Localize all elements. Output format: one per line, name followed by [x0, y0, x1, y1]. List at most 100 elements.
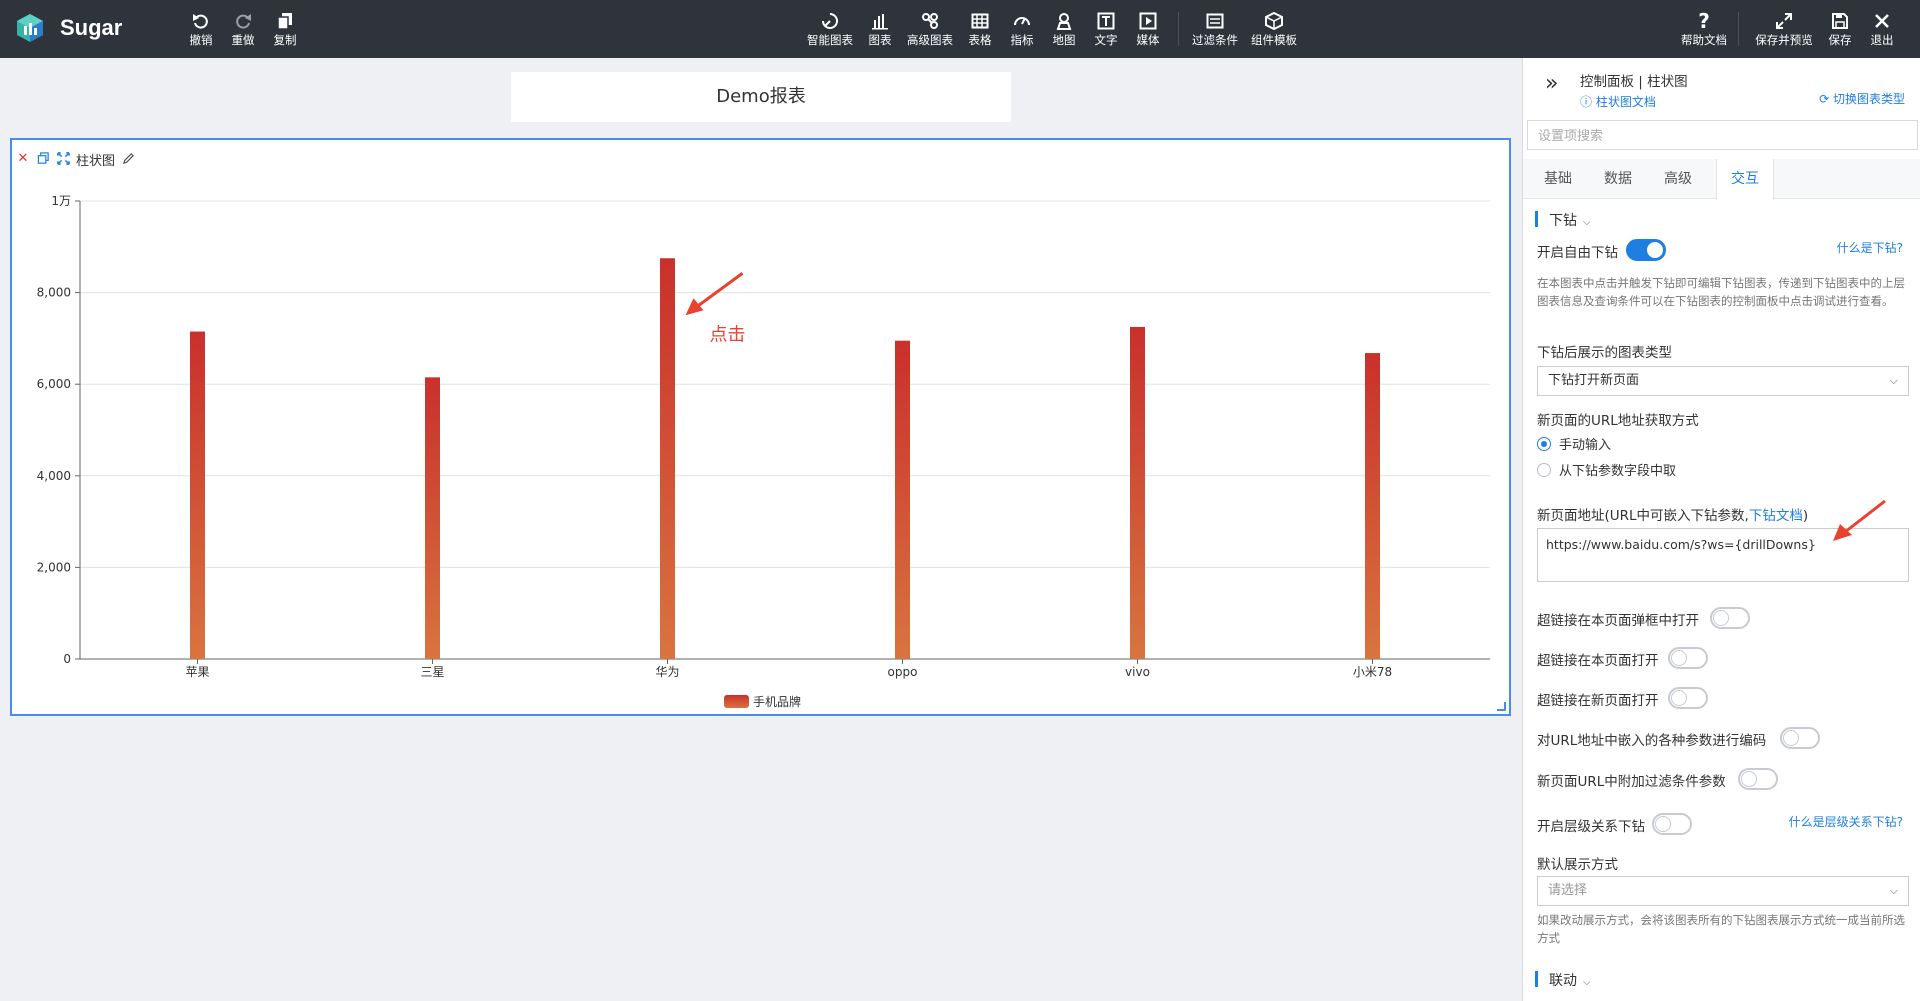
save-preview-button[interactable]: 保存并预览	[1754, 10, 1814, 52]
drill-chart-type-value: 下钻打开新页面	[1548, 373, 1640, 388]
sugar-logo-icon	[17, 14, 43, 42]
y-tick-label: 6,000	[37, 377, 71, 391]
annotation-text: 点击	[710, 324, 746, 345]
bar-chart-widget[interactable]: ✕ 柱状图 0 2,000 4,000 6,000 8,000 1万 苹果 三星 华为 oppo v…	[10, 138, 1511, 716]
default-display-select[interactable]: 请选择 ⌵	[1537, 876, 1909, 906]
exit-label: 退出	[1870, 33, 1894, 47]
drilldown-description: 在本图表中点击并触发下钻即可编辑下钻图表，传递到下钻图表中的上层图表信息及查询条…	[1537, 276, 1905, 308]
x-tick-label: vivo	[1125, 665, 1150, 679]
bar	[425, 377, 440, 659]
filter-button[interactable]: 过滤条件	[1185, 10, 1245, 52]
y-tick-label: 4,000	[37, 469, 71, 483]
x-tick-label: 苹果	[185, 665, 209, 679]
panel-tabs: 基础 数据 高级 交互	[1523, 159, 1920, 200]
section-linkage[interactable]: 联动 ⌵	[1535, 970, 1591, 990]
bar	[1365, 353, 1380, 659]
toggle-label-open-dialog: 超链接在本页面弹框中打开	[1537, 613, 1699, 629]
panel-title: 控制面板 | 柱状图	[1580, 74, 1688, 90]
bar	[660, 258, 675, 659]
chart-doc-link[interactable]: ⓘ 柱状图文档	[1580, 93, 1656, 110]
legend-label: 手机品牌	[753, 695, 801, 709]
resize-handle[interactable]	[1497, 702, 1506, 711]
settings-search-input[interactable]	[1527, 120, 1918, 150]
media-icon	[1118, 10, 1178, 32]
toolbar-divider	[1738, 12, 1739, 46]
top-toolbar: Sugar 撤销 重做 复制 智能图表 图表 高级图表 表格 指标 地图 文字	[0, 0, 1920, 58]
url-method-field-label: 从下钻参数字段中取	[1559, 464, 1677, 479]
annotation-arrow-url	[1833, 499, 1886, 541]
refresh-icon: ⟳	[1819, 92, 1830, 106]
open-in-dialog-toggle[interactable]	[1710, 607, 1750, 629]
new-page-url-label-suffix: )	[1802, 508, 1809, 524]
tab-interaction[interactable]: 交互	[1716, 159, 1774, 200]
close-icon	[1852, 10, 1912, 32]
x-tick-label: 华为	[655, 665, 679, 679]
bar	[1130, 326, 1145, 659]
expand-icon	[1754, 10, 1814, 32]
url-method-manual-radio[interactable]: 手动输入	[1537, 434, 1611, 453]
encode-url-toggle[interactable]	[1780, 727, 1820, 749]
url-method-field-radio[interactable]: 从下钻参数字段中取	[1537, 460, 1676, 479]
hierarchy-drill-label: 开启层级关系下钻	[1537, 819, 1645, 835]
help-icon: ?	[1698, 9, 1710, 33]
append-filter-toggle[interactable]	[1738, 768, 1778, 790]
copy-label: 复制	[273, 33, 297, 47]
bar	[895, 340, 910, 659]
chevron-down-icon: ⌵	[1583, 217, 1591, 228]
default-display-label: 默认展示方式	[1537, 857, 1618, 873]
report-title[interactable]: Demo报表	[511, 72, 1011, 122]
drill-chart-type-select[interactable]: 下钻打开新页面 ⌵	[1537, 366, 1909, 396]
toggle-label-encode-url: 对URL地址中嵌入的各种参数进行编码	[1537, 733, 1767, 749]
drilldown-doc-link[interactable]: 下钻文档	[1749, 508, 1803, 524]
copy-button[interactable]: 复制	[255, 10, 315, 52]
tab-advanced[interactable]: 高级	[1643, 159, 1713, 199]
section-drilldown[interactable]: 下钻 ⌵	[1535, 210, 1591, 230]
exit-button[interactable]: 退出	[1852, 10, 1912, 52]
media-button[interactable]: 媒体	[1118, 10, 1178, 52]
switch-chart-type-link[interactable]: ⟳ 切换图表类型	[1819, 90, 1905, 107]
y-tick-label: 8,000	[37, 286, 71, 300]
section-linkage-label: 联动	[1549, 973, 1577, 989]
chevron-down-icon: ⌵	[1889, 374, 1898, 387]
copy-icon	[255, 10, 315, 32]
default-display-placeholder: 请选择	[1548, 883, 1588, 898]
question-circle-icon: ⓘ	[1580, 95, 1593, 109]
filter-label: 过滤条件	[1192, 33, 1238, 47]
collapse-panel-icon[interactable]: »	[1545, 73, 1558, 95]
toggle-label-open-new-page: 超链接在新页面打开	[1537, 693, 1659, 709]
radio-unchecked-icon	[1537, 462, 1551, 477]
bar	[190, 331, 205, 659]
x-tick-label: 三星	[420, 665, 444, 679]
help-button[interactable]: ? 帮助文档	[1674, 10, 1734, 52]
open-new-page-toggle[interactable]	[1668, 687, 1708, 709]
what-is-hierarchy-drill-link[interactable]: 什么是层级关系下钻?	[1789, 813, 1903, 830]
hierarchy-drill-toggle[interactable]	[1652, 813, 1692, 835]
radio-checked-icon	[1537, 436, 1551, 451]
what-is-drilldown-link[interactable]: 什么是下钻?	[1837, 239, 1903, 256]
new-page-url-label: 新页面地址(URL中可嵌入下钻参数,下钻文档)	[1537, 504, 1808, 524]
app-name: Sugar	[60, 15, 123, 40]
annotation-arrow-head	[685, 298, 704, 316]
open-same-page-toggle[interactable]	[1668, 647, 1708, 669]
filter-icon	[1185, 10, 1245, 32]
chevron-down-icon: ⌵	[1889, 884, 1898, 897]
default-display-description: 如果改动展示方式，会将该图表所有的下钻图表展示方式统一成当前所选方式	[1537, 913, 1905, 945]
legend-swatch	[724, 695, 749, 708]
switch-chart-type-label: 切换图表类型	[1832, 92, 1905, 106]
annotation-arrow-line	[696, 272, 744, 308]
chart-doc-link-label: 柱状图文档	[1595, 95, 1656, 109]
template-label: 组件模板	[1251, 33, 1297, 47]
drill-chart-type-label: 下钻后展示的图表类型	[1537, 345, 1672, 361]
free-drill-toggle[interactable]	[1626, 239, 1666, 261]
new-page-url-label-text: 新页面地址(URL中可嵌入下钻参数,	[1537, 508, 1749, 524]
url-method-label: 新页面的URL地址获取方式	[1537, 413, 1699, 429]
template-icon	[1244, 10, 1304, 32]
bar-chart-plot: 0 2,000 4,000 6,000 8,000 1万苹果 三星 华为 oppo vivo 小米7…	[37, 194, 1490, 709]
template-button[interactable]: 组件模板	[1244, 10, 1304, 52]
toggle-label-append-filter: 新页面URL中附加过滤条件参数	[1537, 774, 1726, 790]
save-preview-label: 保存并预览	[1755, 33, 1813, 47]
x-tick-label: oppo	[888, 665, 918, 679]
free-drill-label: 开启自由下钻	[1537, 245, 1618, 261]
y-tick-label: 2,000	[37, 560, 71, 574]
media-label: 媒体	[1136, 33, 1160, 47]
